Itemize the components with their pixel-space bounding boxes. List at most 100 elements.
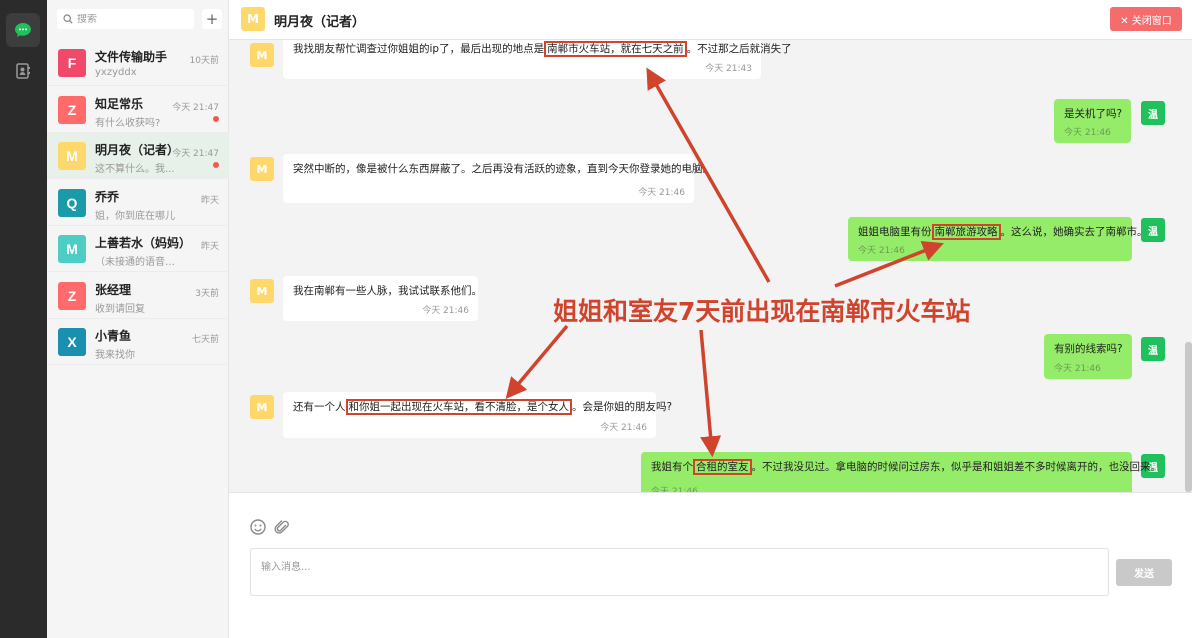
message-time: 今天 21:46 [600, 423, 647, 433]
message-list[interactable]: M 我找朋友帮忙调查过你姐姐的ip了，最后出现的地点是 南郸市火车站，就在七天之前。… [229, 40, 1192, 492]
contact-preview: yxzyddx [95, 67, 137, 78]
sender-avatar[interactable]: M [250, 279, 274, 303]
emoji-icon [250, 519, 266, 535]
message-text: 突然中断的，像是被什么东西屏蔽了。之后再没有活跃的迹象，直到今天你登录她的电脑。 [293, 162, 713, 176]
chat-avatar: M [241, 7, 265, 31]
annotation-arrow [699, 329, 722, 458]
sender-avatar[interactable]: M [250, 395, 274, 419]
message-text-segment: 还有一个人 [293, 401, 346, 413]
message-text-segment: 。不过我没见过。拿电脑的时候问过房东，似乎是和姐姐差不多时候离开的，也没回来。 [751, 461, 1162, 473]
add-button[interactable]: + [202, 9, 222, 29]
contact-preview: 姐，你到底在哪儿 [95, 210, 175, 222]
contact-preview: 我来找你 [95, 350, 135, 361]
message-time: 今天 21:43 [705, 64, 752, 74]
sender-avatar[interactable]: M [250, 43, 274, 67]
contact-name: 上善若水（妈妈） [95, 236, 192, 250]
contact-item[interactable]: M 明月夜（记者） 这不算什么。我... 今天 21:47 [47, 133, 229, 179]
contact-item[interactable]: Q 乔乔姐，你到底在哪儿 昨天 [47, 180, 229, 226]
message-bubble[interactable]: 我找朋友帮忙调查过你姐姐的ip了，最后出现的地点是 南郸市火车站，就在七天之前 。不… [283, 40, 792, 79]
contact-avatar: Z [58, 95, 86, 124]
message-bubble[interactable]: 突然中断的，像是被什么东西屏蔽了。之后再没有活跃的迹象，直到今天你登录她的电脑。… [283, 154, 713, 203]
message-text: 我在南郸有一些人脉，我试试联系他们。 [293, 284, 482, 298]
search-box[interactable] [57, 9, 194, 29]
contact-item[interactable]: Z 知足常乐 有什么收获吗? 今天 21:47 [47, 87, 229, 133]
unread-dot [213, 115, 219, 122]
highlighted-phrase: 南郸旅游攻略 [931, 224, 1001, 240]
message-bubble[interactable]: 还有一个人 和你姐一起出现在火车站，看不清脸，是个女人 。会是你姐的朋友吗? 今天 2… [283, 392, 672, 438]
highlighted-phrase: 合租的室友 [693, 459, 752, 475]
message-text: 是关机了吗? [1064, 107, 1123, 121]
message-text: 我姐有个 合租的室友 。不过我没见过。拿电脑的时候问过房东，似乎是和姐姐差不多时候离… [651, 459, 1161, 475]
rail-chat-button[interactable] [6, 13, 40, 47]
search-input[interactable] [77, 13, 187, 25]
message-text-segment: 是关机了吗? [1064, 108, 1123, 120]
close-window-button[interactable]: ✕ 关闭窗口 [1110, 7, 1182, 31]
contact-avatar: M [58, 235, 86, 263]
chat-bubble-icon [15, 23, 31, 37]
chat-panel: M 明月夜（记者） ✕ 关闭窗口 M 我找朋友帮忙调查过你姐姐的ip了，最后出现的… [229, 0, 1192, 638]
send-button[interactable]: 发送 [1116, 559, 1172, 586]
nav-rail [0, 0, 47, 638]
emoji-button[interactable] [249, 518, 267, 536]
contact-item[interactable]: Z 张经理收到请回复 3天前 [47, 273, 229, 319]
contact-avatar: Q [58, 188, 86, 217]
chat-title: 明月夜（记者） [274, 15, 366, 30]
address-book-icon [16, 63, 30, 79]
message-text-segment: 姐姐电脑里有份 [858, 226, 932, 238]
contact-avatar: M [58, 142, 86, 170]
message-bubble[interactable]: 姐姐电脑里有份 南郸旅游攻略 。这么说，她确实去了南郸市。今天 21:46 [848, 217, 1148, 261]
message-bubble[interactable]: 有别的线索吗? 今天 21:46 [1044, 334, 1132, 379]
message-input[interactable] [250, 548, 1109, 596]
message-time: 今天 21:46 [858, 246, 905, 256]
contact-item[interactable]: F 文件传输助手 yxzyddx 10天前 [47, 40, 229, 86]
contact-time: 昨天 [200, 195, 219, 206]
annotation-caption: 姐姐和室友7天前出现在南郸市火车站 [553, 297, 971, 326]
contact-preview: 这不算什么。我... [95, 164, 175, 175]
contact-name: 小青鱼 [95, 329, 132, 343]
contact-preview: 有什么收获吗? [95, 117, 161, 129]
message-bubble[interactable]: 是关机了吗? 今天 21:46 [1054, 99, 1131, 143]
search-icon [63, 14, 73, 24]
message-text-segment: 。这么说，她确实去了南郸市。 [1000, 226, 1148, 238]
message-text-segment: 我在南郸有一些人脉，我试试联系他们。 [293, 285, 482, 297]
message-text-segment: 。会是你姐的朋友吗? [572, 401, 673, 413]
contact-item[interactable]: X 小青鱼我来找你 七天前 [47, 319, 229, 365]
attach-button[interactable] [273, 518, 291, 536]
contact-avatar: X [58, 328, 86, 356]
message-text-segment: 。不过那之后就消失了 [686, 43, 792, 55]
paperclip-icon [274, 520, 289, 534]
self-avatar[interactable]: 温 [1141, 101, 1165, 125]
contact-time: 昨天 [200, 242, 219, 252]
rail-contacts-button[interactable] [6, 54, 40, 88]
message-scrollbar[interactable] [1185, 342, 1192, 492]
self-avatar[interactable]: 温 [1141, 337, 1165, 361]
contact-name: 明月夜（记者） [95, 143, 180, 157]
highlighted-phrase: 和你姐一起出现在火车站，看不清脸，是个女人 [345, 399, 572, 415]
message-text: 有别的线索吗? [1054, 342, 1123, 356]
contact-avatar: F [58, 49, 86, 77]
contact-item[interactable]: M 上善若水（妈妈） （未接通的语音通话） 昨天 [47, 226, 229, 272]
contact-preview: （未接通的语音通话） [95, 257, 181, 268]
contact-name: 张经理 [95, 282, 132, 297]
message-time: 今天 21:46 [1064, 128, 1111, 138]
message-text-segment: 突然中断的，像是被什么东西屏蔽了。之后再没有活跃的迹象，直到今天你登录她的电脑。 [293, 163, 713, 175]
contact-name: 乔乔 [95, 189, 120, 204]
message-bubble[interactable]: 我姐有个 合租的室友 。不过我没见过。拿电脑的时候问过房东，似乎是和姐姐差不多时候离… [641, 452, 1161, 492]
annotation-arrow [505, 324, 569, 400]
search-row: + [57, 9, 227, 29]
sender-avatar[interactable]: M [250, 157, 274, 181]
contact-time: 3天前 [195, 288, 219, 299]
contact-avatar: Z [58, 281, 86, 310]
message-bubble[interactable]: 我在南郸有一些人脉，我试试联系他们。 今天 21:46 [283, 276, 482, 321]
contact-name: 知足常乐 [95, 96, 144, 111]
message-text: 我找朋友帮忙调查过你姐姐的ip了，最后出现的地点是 南郸市火车站，就在七天之前 。不… [293, 41, 792, 57]
message-text-segment: 我找朋友帮忙调查过你姐姐的ip了，最后出现的地点是 [293, 43, 545, 55]
message-time: 今天 21:46 [651, 487, 698, 492]
contact-preview: 收到请回复 [95, 303, 145, 315]
contact-time: 10天前 [189, 56, 219, 66]
conversation-sidebar: + F 文件传输助手 yxzyddx 10天前 Z 知足常乐有什么收获吗? 今天 21:47… [47, 0, 229, 638]
message-time: 今天 21:46 [1054, 364, 1101, 374]
contact-time: 七天前 [191, 335, 219, 345]
message-text-segment: 有别的线索吗? [1054, 343, 1123, 355]
message-text: 姐姐电脑里有份 南郸旅游攻略 。这么说，她确实去了南郸市。 [858, 224, 1148, 240]
